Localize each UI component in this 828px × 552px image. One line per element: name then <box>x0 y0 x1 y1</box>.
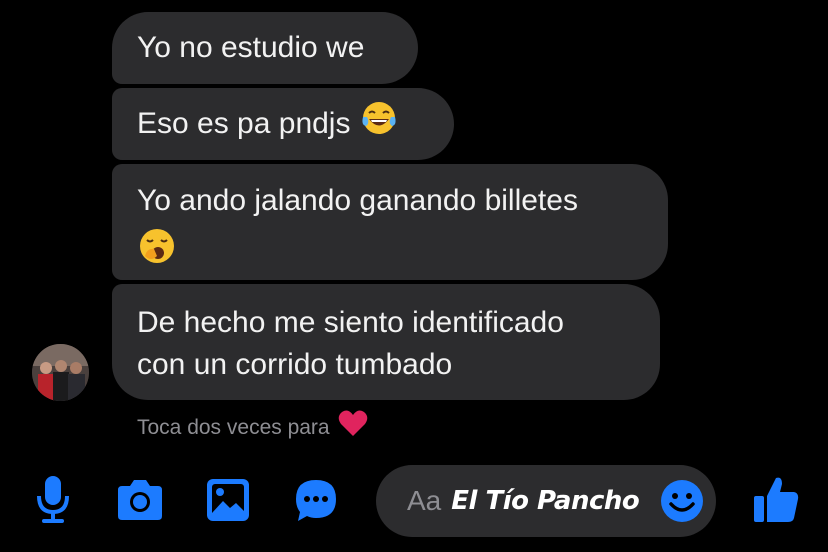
message-input[interactable]: Aa El Tío Pancho <box>376 465 716 537</box>
message-text: Eso es pa pndjs <box>137 107 351 140</box>
message-bubble[interactable]: De hecho me siento identificado con un c… <box>112 284 660 400</box>
red-heart-emoji <box>338 409 368 446</box>
yawning-face-emoji <box>137 226 643 278</box>
tears-of-joy-emoji <box>360 99 398 149</box>
message-text-line: con un corrido tumbado <box>137 348 453 381</box>
message-placeholder: Aa <box>407 485 442 516</box>
chat-bubble-icon[interactable] <box>292 477 340 530</box>
message-bubble[interactable]: Yo ando jalando ganando billetes <box>112 164 668 280</box>
microphone-icon[interactable] <box>34 474 72 529</box>
double-tap-hint: Toca dos veces para <box>137 409 368 446</box>
hint-text: Toca dos veces para <box>137 415 330 439</box>
overlay-text: El Tío Pancho <box>451 486 640 516</box>
message-text: Yo no estudio we <box>137 31 365 64</box>
message-text-line: De hecho me siento identificado <box>137 306 564 339</box>
gallery-icon[interactable] <box>205 477 251 528</box>
message-bubble[interactable]: Eso es pa pndjs <box>112 88 454 160</box>
camera-icon[interactable] <box>114 478 166 527</box>
avatar[interactable] <box>32 344 89 401</box>
message-bubble[interactable]: Yo no estudio we <box>112 12 418 84</box>
smiley-icon[interactable] <box>660 479 704 528</box>
message-text: Yo ando jalando ganando billetes <box>137 184 578 217</box>
thumbs-up-icon[interactable] <box>752 474 800 529</box>
